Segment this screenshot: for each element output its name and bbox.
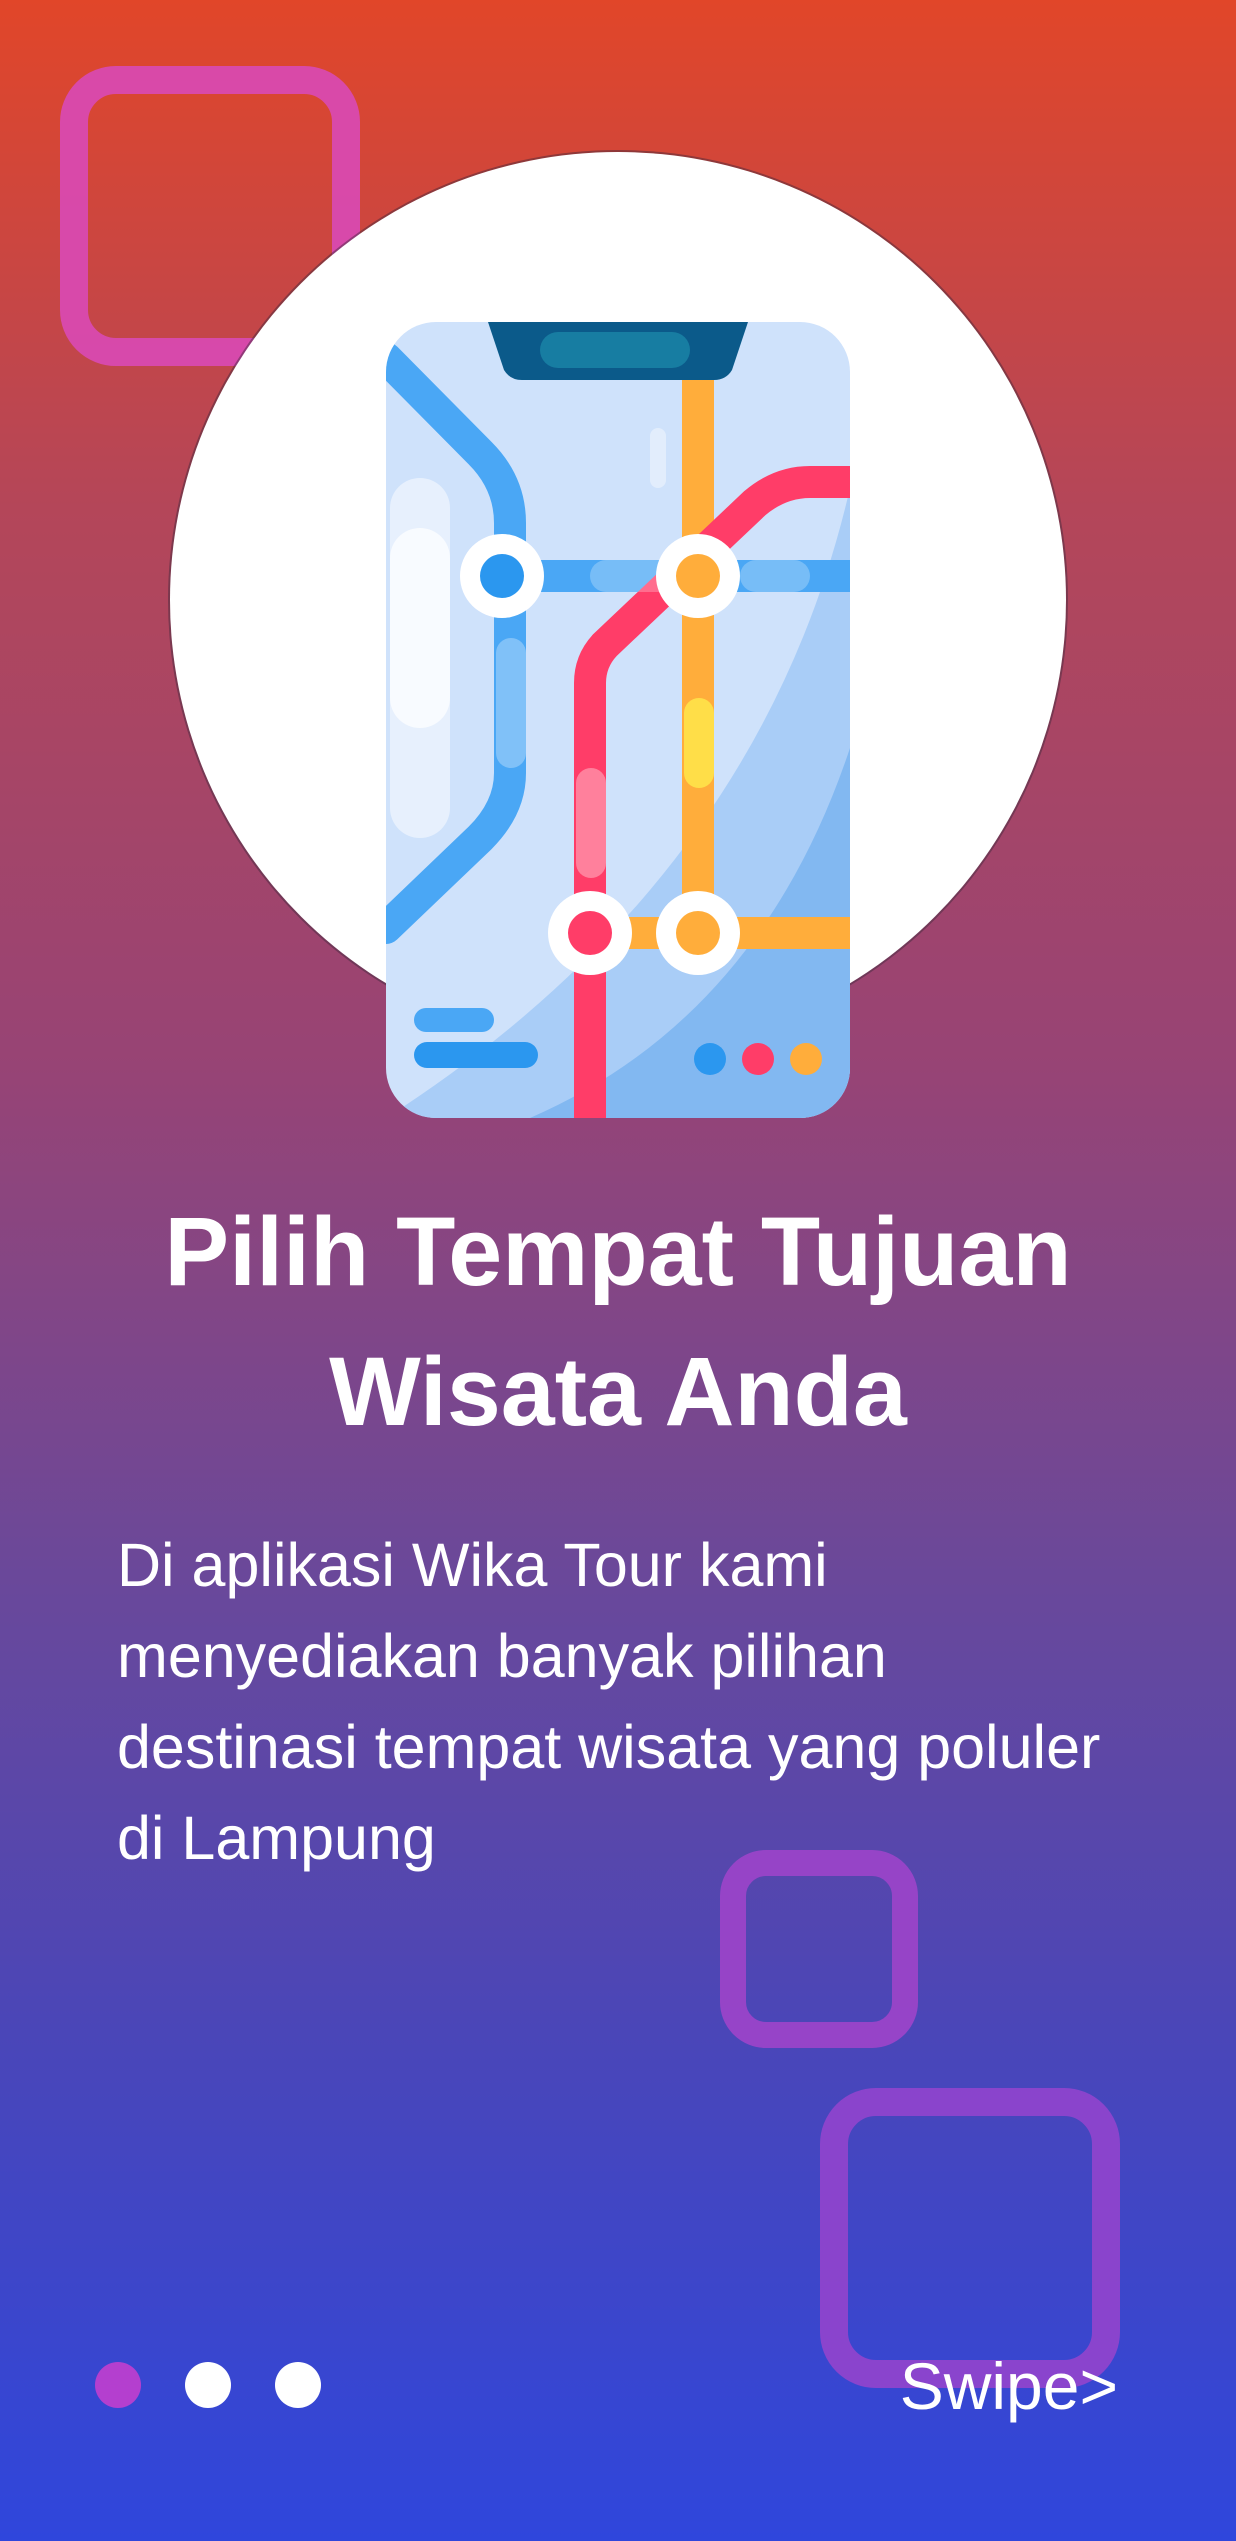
decorative-square-middle xyxy=(720,1850,918,2048)
onboarding-description: Di aplikasi Wika Tour kami menyediakan b… xyxy=(117,1531,1101,1872)
transit-map-phone-icon xyxy=(386,322,850,1118)
page-indicator-dot-active[interactable] xyxy=(95,2362,141,2408)
page-indicator-dot[interactable] xyxy=(185,2362,231,2408)
onboarding-title: Pilih Tempat Tujuan Wisata Anda xyxy=(164,1197,1072,1446)
page-indicator-dot[interactable] xyxy=(275,2362,321,2408)
decorative-square-bottom xyxy=(820,2088,1120,2388)
swipe-button[interactable]: Swipe> xyxy=(900,2348,1118,2424)
